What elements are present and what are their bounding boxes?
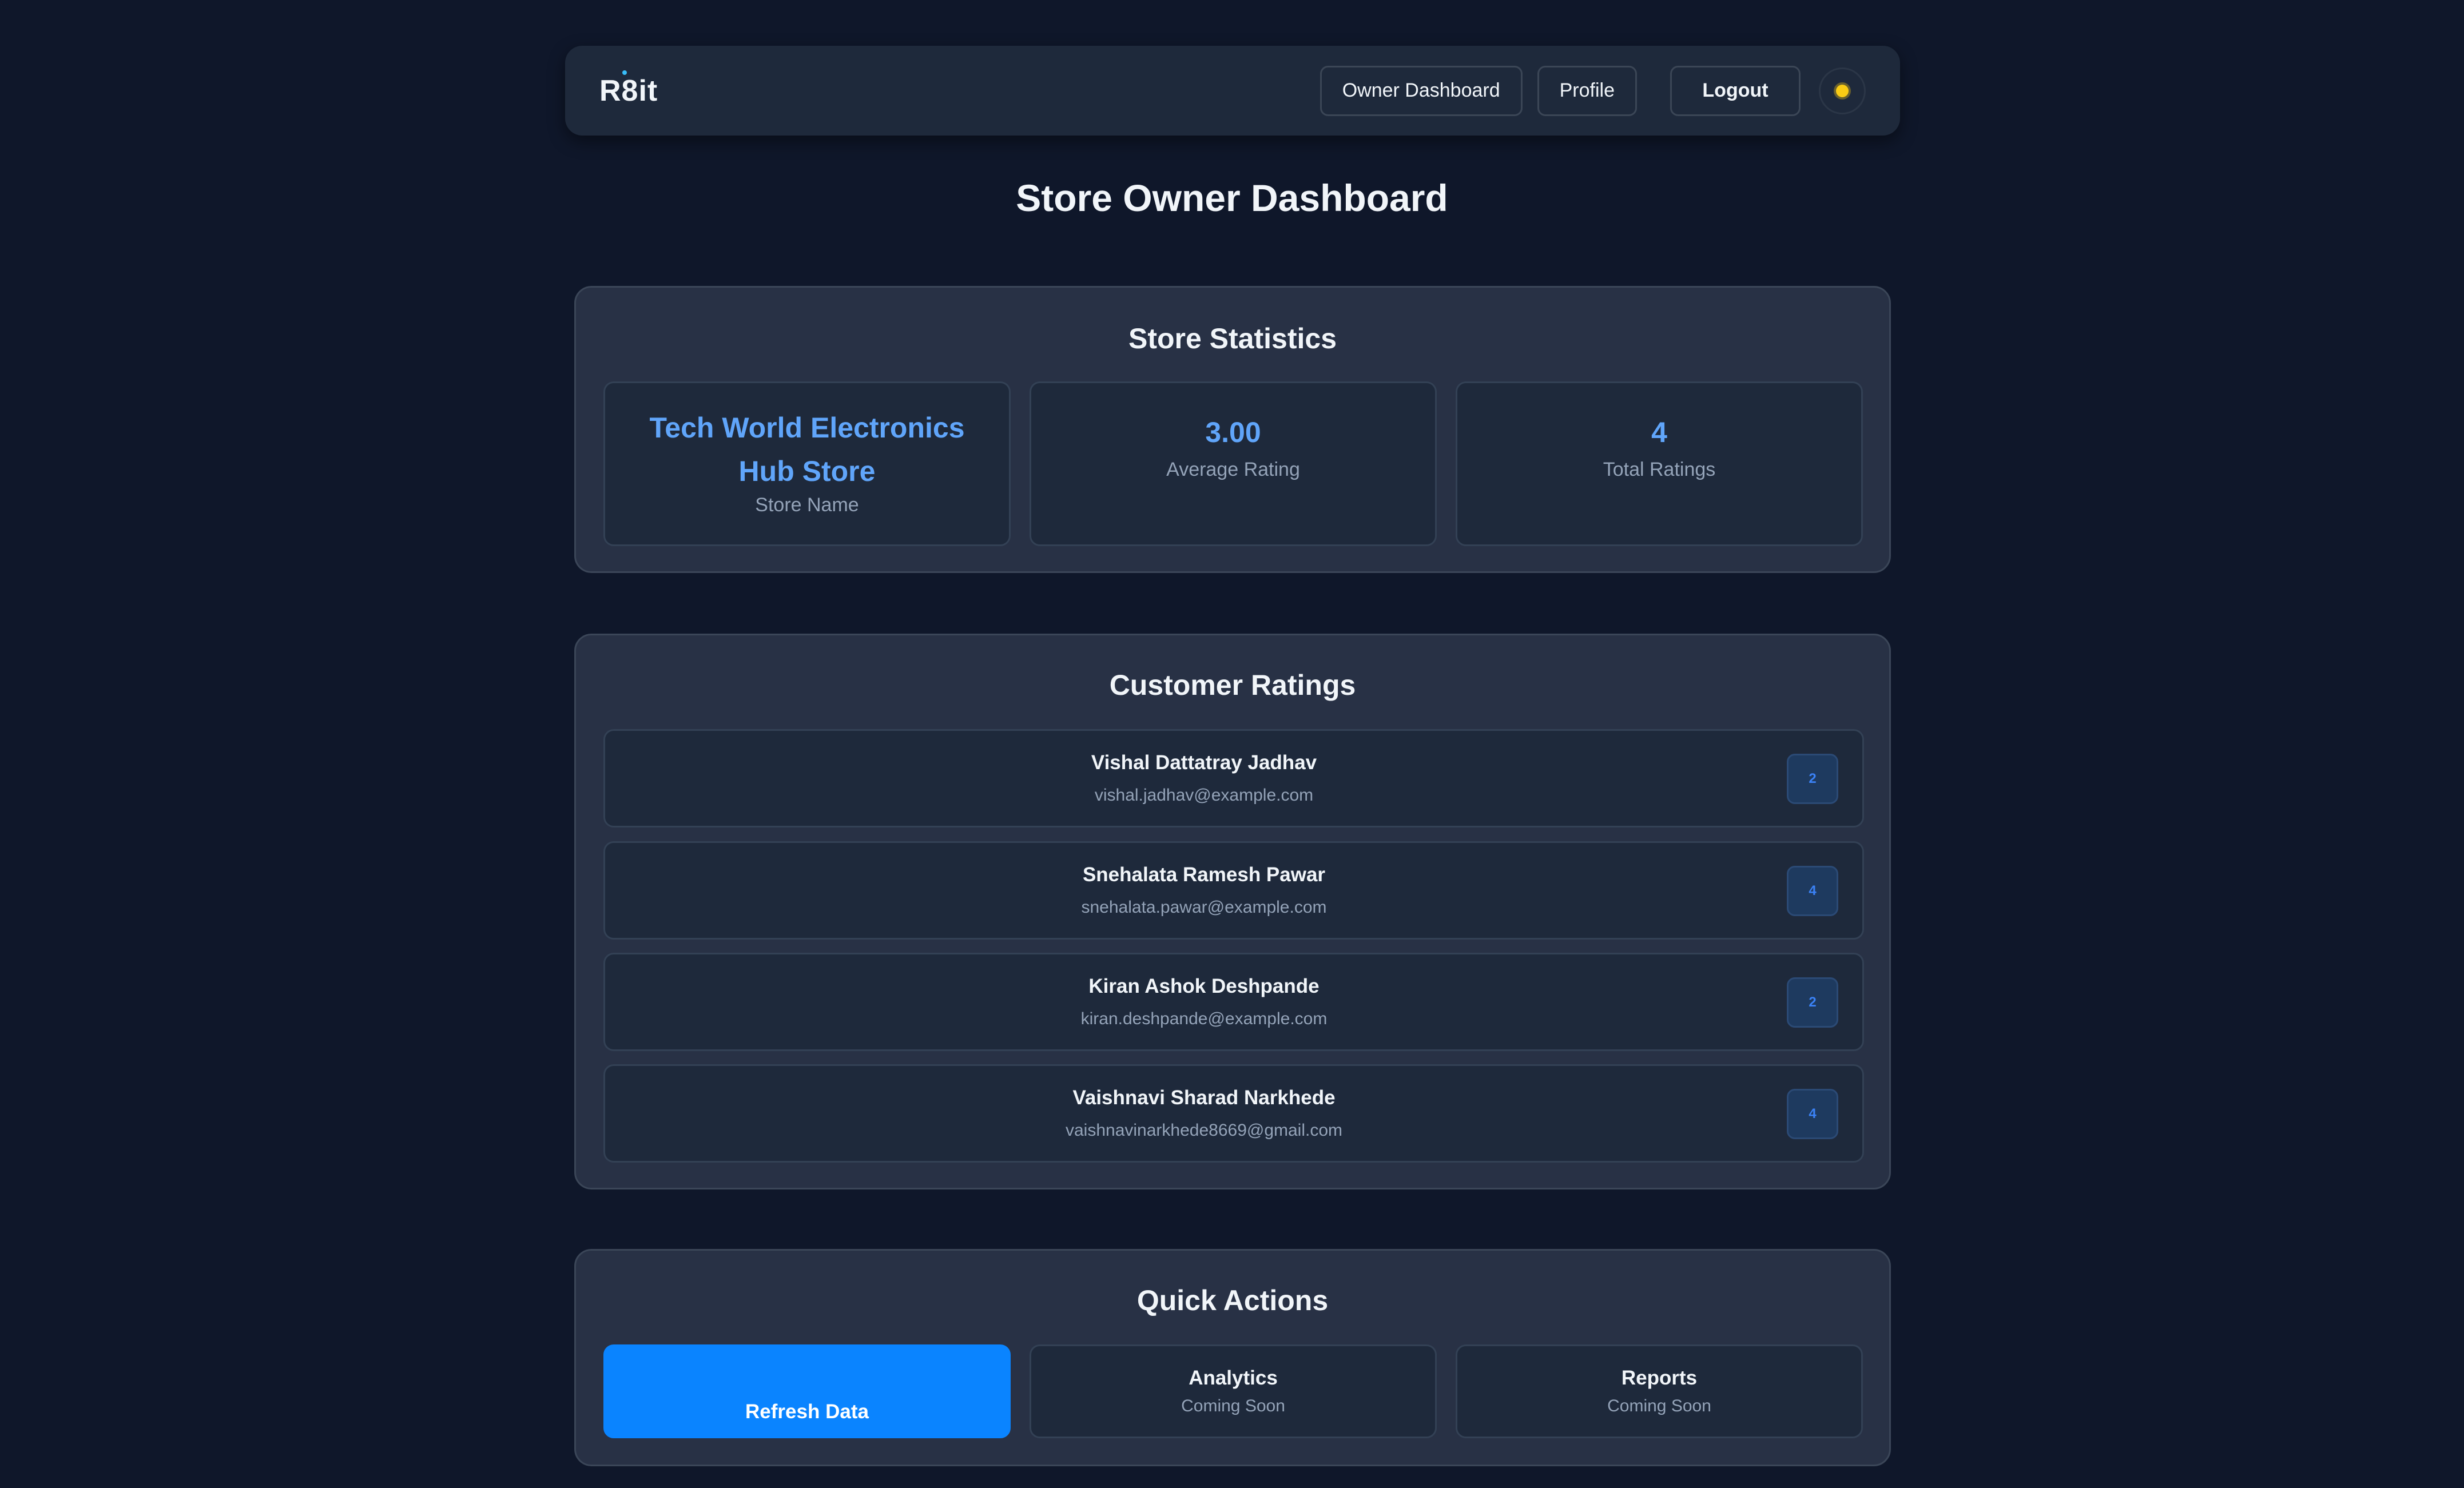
customer-email: vishal.jadhav@example.com bbox=[1094, 786, 1314, 805]
rating-badge: 4 bbox=[1787, 866, 1838, 916]
customer-name: Kiran Ashok Deshpande bbox=[1088, 975, 1320, 997]
rating-badge: 4 bbox=[1787, 1089, 1838, 1139]
store-statistics-title: Store Statistics bbox=[1128, 323, 1337, 355]
customer-ratings-card: Customer Ratings Vishal Dattatray Jadhav… bbox=[574, 634, 1891, 1189]
stat-total-ratings: 4 Total Ratings bbox=[1456, 381, 1863, 546]
customer-email: vaishnavinarkhede8669@gmail.com bbox=[1065, 1121, 1343, 1140]
page-title: Store Owner Dashboard bbox=[1016, 177, 1448, 219]
rating-row: Vaishnavi Sharad Narkhede vaishnavinarkh… bbox=[603, 1064, 1864, 1163]
customer-ratings-title: Customer Ratings bbox=[1109, 669, 1356, 701]
customer-name: Snehalata Ramesh Pawar bbox=[1082, 864, 1326, 886]
average-rating-value: 3.00 bbox=[1205, 416, 1261, 448]
analytics-status: Coming Soon bbox=[1181, 1397, 1285, 1415]
logo-text: R8it bbox=[599, 74, 658, 108]
profile-link[interactable]: Profile bbox=[1537, 65, 1637, 116]
refresh-data-button[interactable]: Refresh Data bbox=[603, 1344, 1011, 1438]
rating-customer-info: Vishal Dattatray Jadhav vishal.jadhav@ex… bbox=[605, 751, 1803, 805]
refresh-data-label: Refresh Data bbox=[745, 1401, 869, 1423]
reports-status: Coming Soon bbox=[1607, 1397, 1711, 1415]
logout-button[interactable]: Logout bbox=[1670, 65, 1801, 116]
total-ratings-value: 4 bbox=[1651, 416, 1667, 448]
rating-customer-info: Snehalata Ramesh Pawar snehalata.pawar@e… bbox=[605, 864, 1803, 917]
stat-average-rating: 3.00 Average Rating bbox=[1030, 381, 1437, 546]
quick-actions-card: Quick Actions Refresh Data Analytics Com… bbox=[574, 1249, 1891, 1466]
theme-toggle-button[interactable] bbox=[1819, 67, 1866, 114]
navbar: R8it Owner Dashboard Profile Logout bbox=[565, 46, 1900, 136]
logo-dot-icon bbox=[622, 70, 627, 75]
store-name-value: Tech World Electronics Hub Store bbox=[649, 412, 965, 487]
customer-email: snehalata.pawar@example.com bbox=[1081, 898, 1327, 917]
rating-badge: 2 bbox=[1787, 754, 1838, 804]
stat-store-name: Tech World Electronics Hub Store Store N… bbox=[603, 381, 1011, 546]
rating-customer-info: Kiran Ashok Deshpande kiran.deshpande@ex… bbox=[605, 975, 1803, 1029]
total-ratings-label: Total Ratings bbox=[1603, 459, 1716, 480]
nav-actions: Owner Dashboard Profile Logout bbox=[1305, 65, 1866, 116]
rating-row: Snehalata Ramesh Pawar snehalata.pawar@e… bbox=[603, 841, 1864, 940]
store-statistics-card: Store Statistics Tech World Electronics … bbox=[574, 286, 1891, 573]
rating-row: Vishal Dattatray Jadhav vishal.jadhav@ex… bbox=[603, 729, 1864, 827]
rating-customer-info: Vaishnavi Sharad Narkhede vaishnavinarkh… bbox=[605, 1087, 1803, 1140]
analytics-action[interactable]: Analytics Coming Soon bbox=[1030, 1344, 1437, 1438]
reports-action[interactable]: Reports Coming Soon bbox=[1456, 1344, 1863, 1438]
rating-badge: 2 bbox=[1787, 977, 1838, 1028]
customer-name: Vaishnavi Sharad Narkhede bbox=[1072, 1087, 1336, 1109]
customer-name: Vishal Dattatray Jadhav bbox=[1091, 751, 1317, 774]
rating-row: Kiran Ashok Deshpande kiran.deshpande@ex… bbox=[603, 953, 1864, 1051]
customer-email: kiran.deshpande@example.com bbox=[1080, 1009, 1328, 1028]
owner-dashboard-link[interactable]: Owner Dashboard bbox=[1320, 65, 1523, 116]
store-name-label: Store Name bbox=[755, 494, 859, 516]
logo[interactable]: R8it bbox=[599, 70, 658, 108]
average-rating-label: Average Rating bbox=[1166, 459, 1300, 480]
reports-label: Reports bbox=[1621, 1367, 1698, 1389]
sun-icon bbox=[1836, 84, 1849, 97]
quick-actions-title: Quick Actions bbox=[1136, 1284, 1329, 1316]
analytics-label: Analytics bbox=[1189, 1367, 1278, 1389]
